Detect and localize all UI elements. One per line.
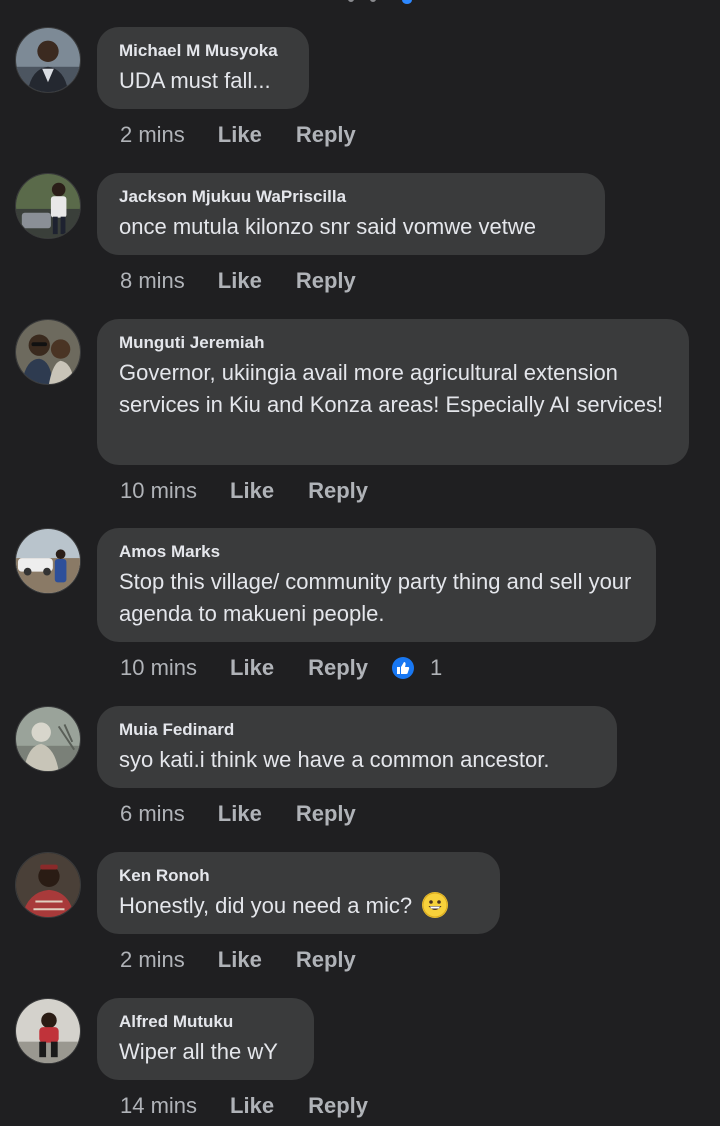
like-button[interactable]: Like [230,1093,274,1119]
comment-actions: 2 mins Like Reply [120,945,356,975]
comment-text: Stop this village/ community party thing… [119,569,632,626]
avatar-photo [16,320,80,384]
comment-text: Governor, ukiingia avail more agricultur… [119,360,664,417]
comment-author[interactable]: Ken Ronoh [119,866,478,886]
comment-timestamp[interactable]: 14 mins [120,1093,197,1119]
comment-timestamp[interactable]: 8 mins [120,268,185,294]
thumbs-up-icon [392,657,414,679]
comment-author[interactable]: Amos Marks [119,542,634,562]
comment-timestamp[interactable]: 2 mins [120,122,185,148]
avatar-photo [16,999,80,1063]
comment-author[interactable]: Alfred Mutuku [119,1012,292,1032]
avatar-photo [16,853,80,917]
comment-text: syo kati.i think we have a common ancest… [119,747,550,772]
avatar[interactable] [15,706,81,772]
indicator-dot [348,0,354,2]
comment-bubble[interactable]: Muia Fedinard syo kati.i think we have a… [97,706,617,788]
reply-button[interactable]: Reply [296,122,356,148]
reaction-count: 1 [430,655,443,680]
comment-actions: 6 mins Like Reply [120,799,356,829]
avatar[interactable] [15,852,81,918]
avatar-photo [16,707,80,771]
reply-button[interactable]: Reply [296,947,356,973]
comment-timestamp[interactable]: 2 mins [120,947,185,973]
like-button[interactable]: Like [230,655,274,681]
comment-text-content: Honestly, did you need a mic? [119,893,413,918]
avatar[interactable] [15,319,81,385]
like-button[interactable]: Like [218,947,262,973]
comment-bubble[interactable]: Ken Ronoh Honestly, did you need a mic? [97,852,500,934]
like-button[interactable]: Like [218,122,262,148]
indicator-dot [370,0,376,2]
indicator-dot-active [402,0,412,4]
comment-bubble[interactable]: Jackson Mjukuu WaPriscilla once mutula k… [97,173,605,255]
comment-actions: 10 mins Like Reply [120,476,368,506]
comment-actions: 8 mins Like Reply [120,266,356,296]
comment-actions: 10 mins Like Reply 1 [120,653,442,683]
reply-button[interactable]: Reply [296,801,356,827]
comment-bubble[interactable]: Munguti Jeremiah Governor, ukiingia avai… [97,319,689,465]
comment-actions: 2 mins Like Reply [120,120,356,150]
comment-timestamp[interactable]: 6 mins [120,801,185,827]
comment-actions: 14 mins Like Reply [120,1091,368,1121]
like-button[interactable]: Like [230,478,274,504]
avatar[interactable] [15,998,81,1064]
grinning-face-icon [422,892,449,918]
avatar-photo [16,529,80,593]
comment-author[interactable]: Muia Fedinard [119,720,595,740]
top-scroll-indicator [340,0,420,6]
like-button[interactable]: Like [218,268,262,294]
reply-button[interactable]: Reply [308,1093,368,1119]
reply-button[interactable]: Reply [308,655,368,681]
comment-bubble[interactable]: Michael M Musyoka UDA must fall... [97,27,309,109]
comment-text: UDA must fall... [119,68,271,93]
comment-author[interactable]: Michael M Musyoka [119,41,287,61]
avatar[interactable] [15,173,81,239]
reply-button[interactable]: Reply [296,268,356,294]
comment-text: Honestly, did you need a mic? [119,890,478,922]
avatar[interactable] [15,528,81,594]
comment-timestamp[interactable]: 10 mins [120,655,197,681]
comment-bubble[interactable]: Amos Marks Stop this village/ community … [97,528,656,642]
comment-bubble[interactable]: Alfred Mutuku Wiper all the wY [97,998,314,1080]
comment-timestamp[interactable]: 10 mins [120,478,197,504]
reaction-summary[interactable]: 1 [392,655,442,681]
like-button[interactable]: Like [218,801,262,827]
comment-text: once mutula kilonzo snr said vomwe vetwe [119,214,536,239]
reply-button[interactable]: Reply [308,478,368,504]
comment-author[interactable]: Jackson Mjukuu WaPriscilla [119,187,583,207]
comment-text: Wiper all the wY [119,1039,278,1064]
comment-author[interactable]: Munguti Jeremiah [119,333,667,353]
avatar-photo [16,174,80,238]
avatar[interactable] [15,27,81,93]
avatar-photo [16,28,80,92]
